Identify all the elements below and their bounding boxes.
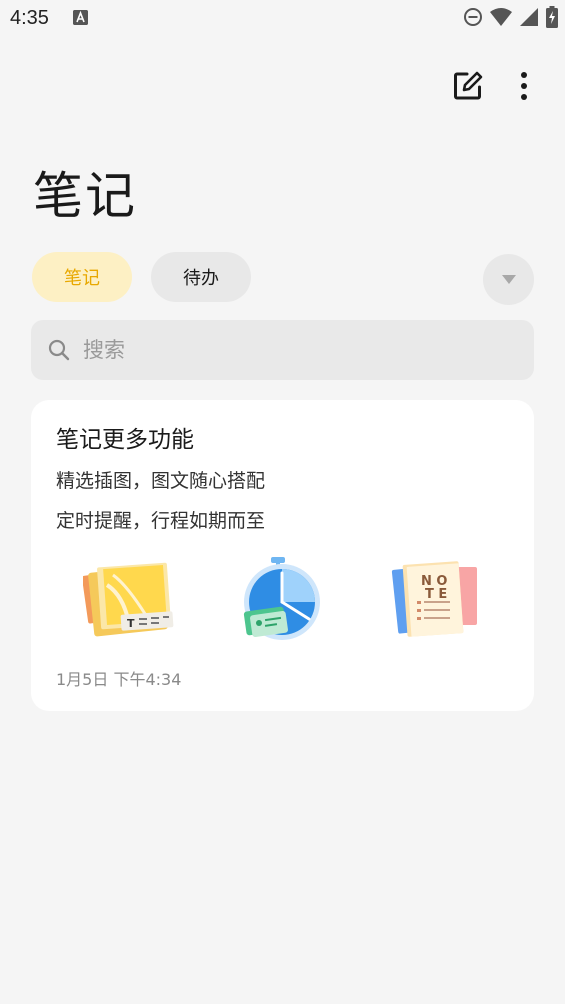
do-not-disturb-icon [463, 7, 483, 31]
note-title: 笔记更多功能 [56, 427, 194, 453]
note-text-line: 精选插图，图文随心搭配 [56, 470, 266, 492]
notepad-label: N OT E [421, 574, 447, 602]
search-bar[interactable] [31, 320, 534, 380]
search-icon [47, 338, 71, 362]
edit-note-icon [453, 71, 483, 105]
status-time: 4:35 [10, 7, 49, 29]
battery-charging-icon [545, 6, 559, 32]
page-title: 笔记 [33, 167, 137, 225]
search-input[interactable] [81, 337, 505, 363]
svg-text:T: T [127, 617, 135, 630]
more-options-button[interactable] [506, 70, 542, 106]
status-icons [463, 6, 559, 32]
caret-down-icon [501, 270, 516, 289]
notepad-icon: N OT E [391, 555, 491, 645]
cell-signal-icon [519, 7, 539, 31]
folder-dropdown-button[interactable] [483, 254, 534, 305]
tab-notes[interactable]: 笔记 [32, 252, 132, 302]
wifi-icon [489, 7, 513, 31]
note-card[interactable]: 笔记更多功能 精选插图，图文随心搭配 定时提醒，行程如期而至 T N O T E… [31, 400, 534, 711]
note-text-line: 定时提醒，行程如期而至 [56, 510, 266, 532]
status-bar: 4:35 [0, 0, 565, 38]
picture-book-icon: T [81, 555, 183, 645]
note-date: 1月5日 下午4:34 [56, 670, 182, 689]
tab-todo[interactable]: 待办 [151, 252, 251, 302]
edit-note-button[interactable] [450, 70, 486, 106]
stopwatch-icon [231, 555, 331, 645]
app-notification-icon [73, 10, 88, 25]
more-vertical-icon [519, 71, 529, 105]
